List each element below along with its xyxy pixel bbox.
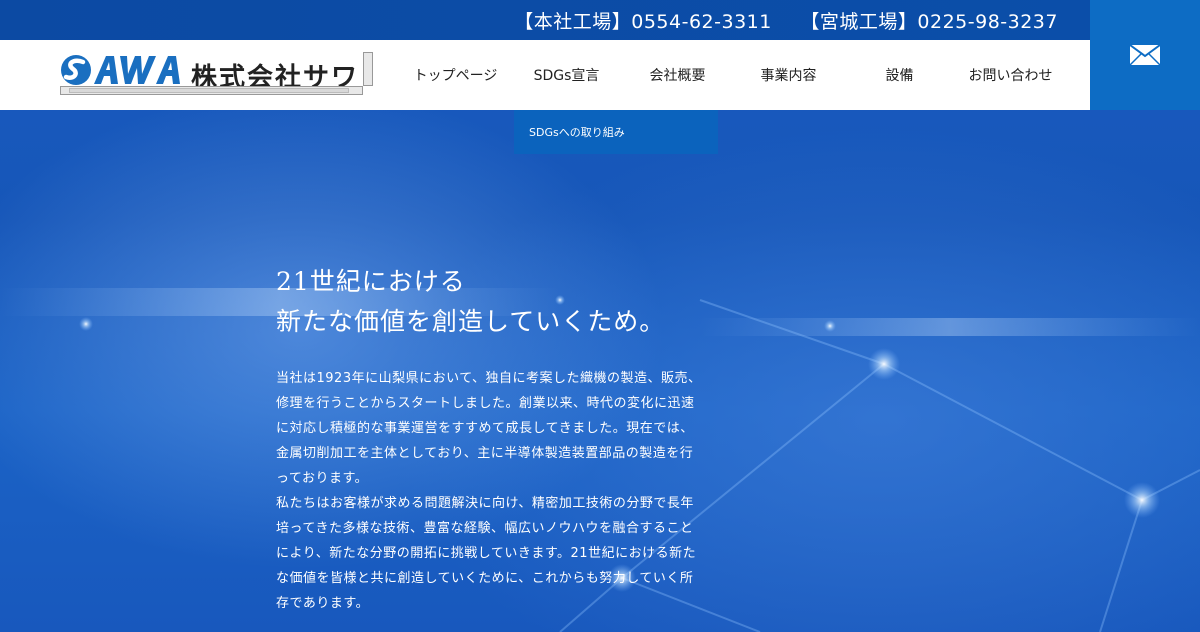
headline-line-1: 21世紀における xyxy=(276,267,466,296)
phone-main[interactable]: 【本社工場】0554-62-3311 xyxy=(514,11,772,33)
company-logo[interactable]: 株式会社サワ xyxy=(60,52,374,96)
nav-company[interactable]: 会社概要 xyxy=(622,40,733,110)
hero-headline: 21世紀における 新たな価値を創造していくため。 xyxy=(276,262,665,342)
site-header: 株式会社サワ トップページ SDGs宣言 会社概要 事業内容 設備 お問い合わせ xyxy=(0,40,1090,110)
phone-numbers: 【本社工場】0554-62-3311 【宮城工場】0225-98-3237 xyxy=(492,7,1058,34)
logo-scrollbar-horizontal[interactable] xyxy=(60,86,363,95)
scrollbar-thumb[interactable] xyxy=(69,88,349,93)
nav-equipment[interactable]: 設備 xyxy=(844,40,955,110)
nav-contact[interactable]: お問い合わせ xyxy=(955,40,1066,110)
hero-paragraph-2: 私たちはお客様が求める問題解決に向け、精密加工技術の分野で長年培ってきた多様な技… xyxy=(276,496,697,611)
nav-top[interactable]: トップページ xyxy=(400,40,511,110)
sdgs-dropdown-item[interactable]: SDGsへの取り組み xyxy=(514,110,718,154)
mail-button[interactable] xyxy=(1090,0,1200,110)
phone-miyagi[interactable]: 【宮城工場】0225-98-3237 xyxy=(800,11,1058,33)
sawa-logo-mark xyxy=(61,55,180,85)
mail-icon xyxy=(1129,44,1161,66)
nav-sdgs[interactable]: SDGs宣言 xyxy=(511,40,622,110)
nav-business[interactable]: 事業内容 xyxy=(733,40,844,110)
headline-line-2: 新たな価値を創造していくため。 xyxy=(276,307,666,336)
main-nav: トップページ SDGs宣言 会社概要 事業内容 設備 お問い合わせ xyxy=(400,40,1066,110)
logo-scrollbar-vertical[interactable] xyxy=(363,52,373,86)
hero-body: 当社は1923年に山梨県において、独自に考案した織機の製造、販売、修理を行うこと… xyxy=(276,366,702,616)
contact-bar: 【本社工場】0554-62-3311 【宮城工場】0225-98-3237 xyxy=(0,0,1090,40)
hero-paragraph-1: 当社は1923年に山梨県において、独自に考案した織機の製造、販売、修理を行うこと… xyxy=(276,371,702,486)
